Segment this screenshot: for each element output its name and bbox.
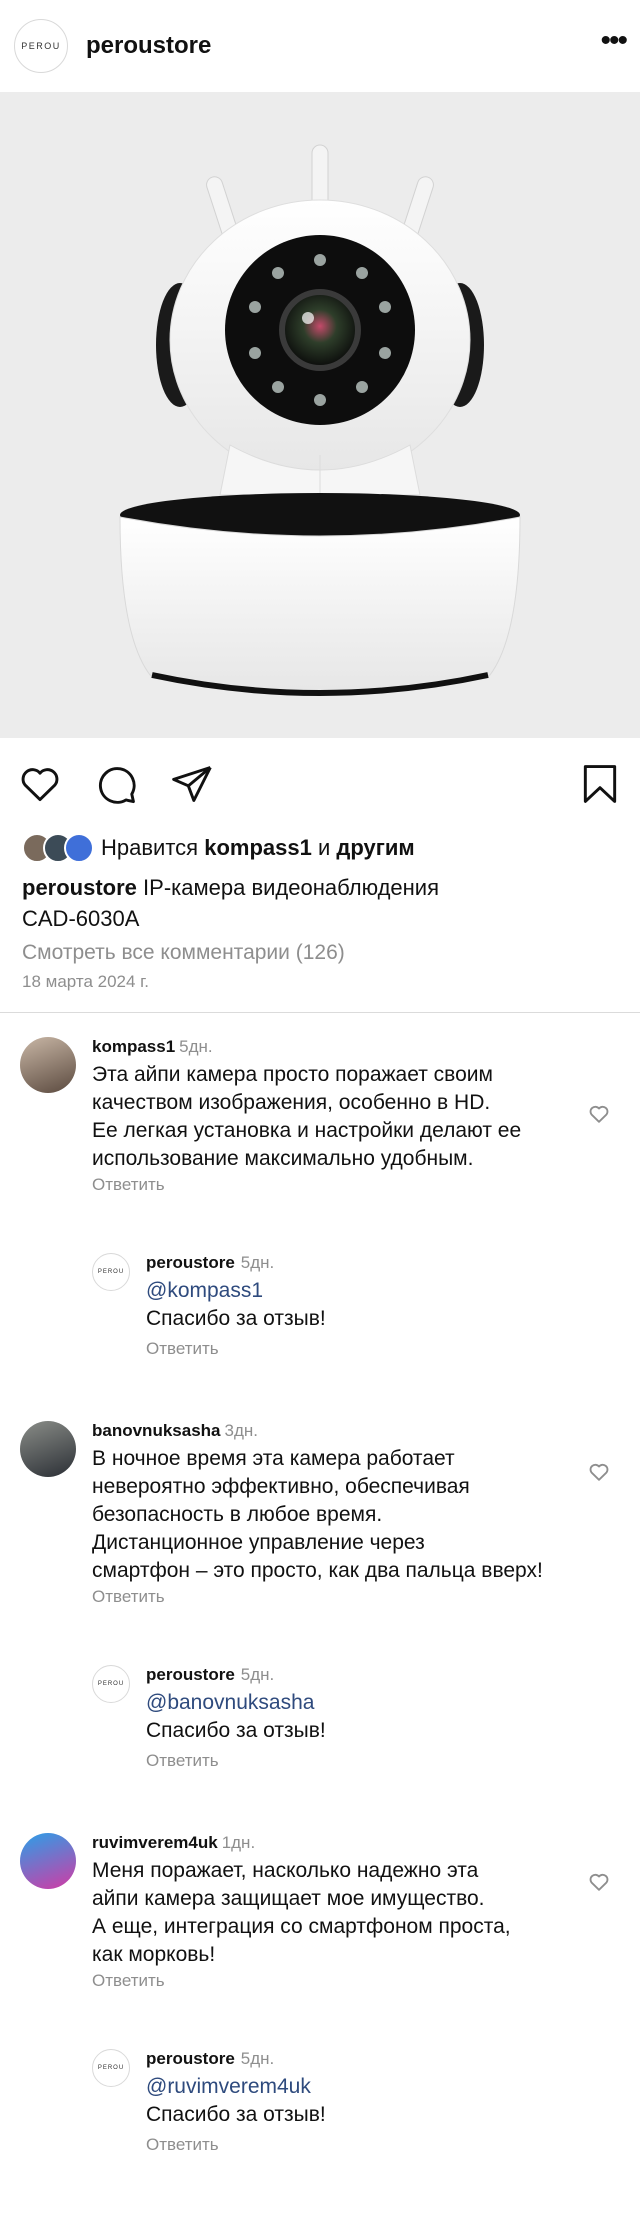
comment-username[interactable]: kompass1	[92, 1037, 175, 1056]
reply-button[interactable]: Ответить	[92, 1175, 521, 1195]
comment-line: Ее легкая установка и настройки делают е…	[92, 1119, 522, 1142]
commenter-avatar[interactable]	[20, 1037, 76, 1093]
likes-joiner: и	[317, 835, 331, 860]
comment-text: Меня поражает, насколько надежно эта айп…	[92, 1857, 511, 1969]
view-all-comments-link[interactable]: Смотреть все комментарии (126)	[0, 934, 640, 968]
reply-button[interactable]: Ответить	[92, 1971, 511, 1991]
post-date: 18 марта 2024 г.	[22, 972, 150, 991]
likes-user[interactable]: kompass1	[204, 835, 312, 861]
post-caption: peroustore IP-камера видеонаблюдения CAD…	[0, 866, 640, 934]
reply-button[interactable]: Ответить	[92, 1587, 543, 1607]
comment-line: В ночное время эта камера работает	[92, 1447, 455, 1470]
comment-like-heart-icon[interactable]	[588, 1103, 610, 1130]
comment-line: безопасность в любое время.	[92, 1503, 383, 1526]
reply-avatar[interactable]: PEROU	[92, 1253, 130, 1291]
reply-username[interactable]: peroustore	[146, 1253, 235, 1272]
post-image[interactable]	[0, 92, 640, 738]
reply-button[interactable]: Ответить	[146, 2135, 326, 2155]
comment-line: смартфон – это просто, как два пальца вв…	[92, 1559, 543, 1582]
reply-time: 5дн.	[240, 1253, 275, 1272]
comment-line: айпи камера защищает мое имущество.	[92, 1887, 485, 1910]
reply-item: PEROU peroustore 5дн. @banovnuksasha Спас…	[0, 1607, 640, 1771]
logo-text: PEROU	[97, 2065, 125, 2071]
bookmark-icon[interactable]	[578, 762, 622, 806]
caption-text-line2: CAD-6030A	[22, 906, 140, 931]
reply-item: PEROU peroustore 5дн. @kompass1 Спасибо з…	[0, 1195, 640, 1359]
caption-username[interactable]: peroustore	[22, 875, 137, 900]
reply-button[interactable]: Ответить	[146, 1751, 326, 1771]
comment-item: ruvimverem4uk 1дн. Меня поражает, насколь…	[0, 1771, 640, 1991]
caption-text-line1: IP-камера видеонаблюдения	[143, 875, 440, 900]
logo-text: PEROU	[97, 1269, 125, 1275]
comment-line: как морковь!	[92, 1943, 216, 1966]
likes-prefix: Нравится	[101, 835, 199, 860]
comment-time: 1дн.	[221, 1833, 256, 1852]
logo-text: PEROU	[21, 41, 61, 51]
likes-others[interactable]: другим	[336, 835, 414, 861]
post-actions	[0, 738, 640, 830]
reply-avatar[interactable]: PEROU	[92, 2049, 130, 2087]
comment-line: Дистанционное управление через	[92, 1531, 425, 1554]
comment-line: Эта айпи камера просто поражает своим	[92, 1063, 493, 1086]
comment-username[interactable]: ruvimverem4uk	[92, 1833, 218, 1852]
post-header: PEROU peroustore •••	[0, 0, 640, 92]
commenter-avatar[interactable]	[20, 1421, 76, 1477]
reply-item: PEROU peroustore 5дн. @ruvimverem4uk Спас…	[0, 1991, 640, 2155]
logo-text: PEROU	[97, 1681, 125, 1687]
reply-text: Спасибо за отзыв!	[146, 2103, 326, 2126]
comment-like-heart-icon[interactable]	[588, 1461, 610, 1488]
comment-line: Меня поражает, насколько надежно эта	[92, 1859, 479, 1882]
reply-avatar[interactable]: PEROU	[92, 1665, 130, 1703]
reply-username[interactable]: peroustore	[146, 1665, 235, 1684]
comment-text: Эта айпи камера просто поражает своим ка…	[92, 1061, 521, 1173]
more-options-icon[interactable]: •••	[600, 26, 627, 66]
comment-icon[interactable]	[94, 762, 138, 806]
liker-avatars	[22, 833, 94, 863]
comment-item: kompass1 5дн. Эта айпи камера просто пора…	[0, 1013, 640, 1195]
reply-button[interactable]: Ответить	[146, 1339, 326, 1359]
like-heart-icon[interactable]	[18, 762, 62, 806]
reply-time: 5дн.	[240, 2049, 275, 2068]
liker-avatar	[64, 833, 94, 863]
reply-text: Спасибо за отзыв!	[146, 1307, 326, 1330]
comment-item: banovnuksasha 3дн. В ночное время эта кам…	[0, 1359, 640, 1607]
reply-text: Спасибо за отзыв!	[146, 1719, 326, 1742]
comment-line: использование максимально удобным.	[92, 1147, 474, 1170]
comment-line: качеством изображения, особенно в HD.	[92, 1091, 491, 1114]
reply-mention[interactable]: @kompass1	[146, 1277, 326, 1305]
reply-time: 5дн.	[240, 1665, 275, 1684]
share-send-icon[interactable]	[170, 762, 214, 806]
reply-mention[interactable]: @banovnuksasha	[146, 1689, 326, 1717]
comment-line: А еще, интеграция со смартфоном проста,	[92, 1915, 511, 1938]
profile-avatar[interactable]: PEROU	[14, 19, 68, 73]
comment-text: В ночное время эта камера работает невер…	[92, 1445, 543, 1585]
comment-time: 3дн.	[224, 1421, 259, 1440]
comment-line: невероятно эффективно, обеспечивая	[92, 1475, 470, 1498]
comment-time: 5дн.	[179, 1037, 213, 1056]
profile-username[interactable]: peroustore	[86, 32, 211, 60]
reply-username[interactable]: peroustore	[146, 2049, 235, 2068]
comment-username[interactable]: banovnuksasha	[92, 1421, 221, 1440]
ip-camera-illustration	[119, 144, 521, 696]
comment-like-heart-icon[interactable]	[588, 1871, 610, 1898]
reply-mention[interactable]: @ruvimverem4uk	[146, 2073, 326, 2101]
likes-summary[interactable]: Нравится kompass1 и другим	[0, 830, 640, 866]
commenter-avatar[interactable]	[20, 1833, 76, 1889]
